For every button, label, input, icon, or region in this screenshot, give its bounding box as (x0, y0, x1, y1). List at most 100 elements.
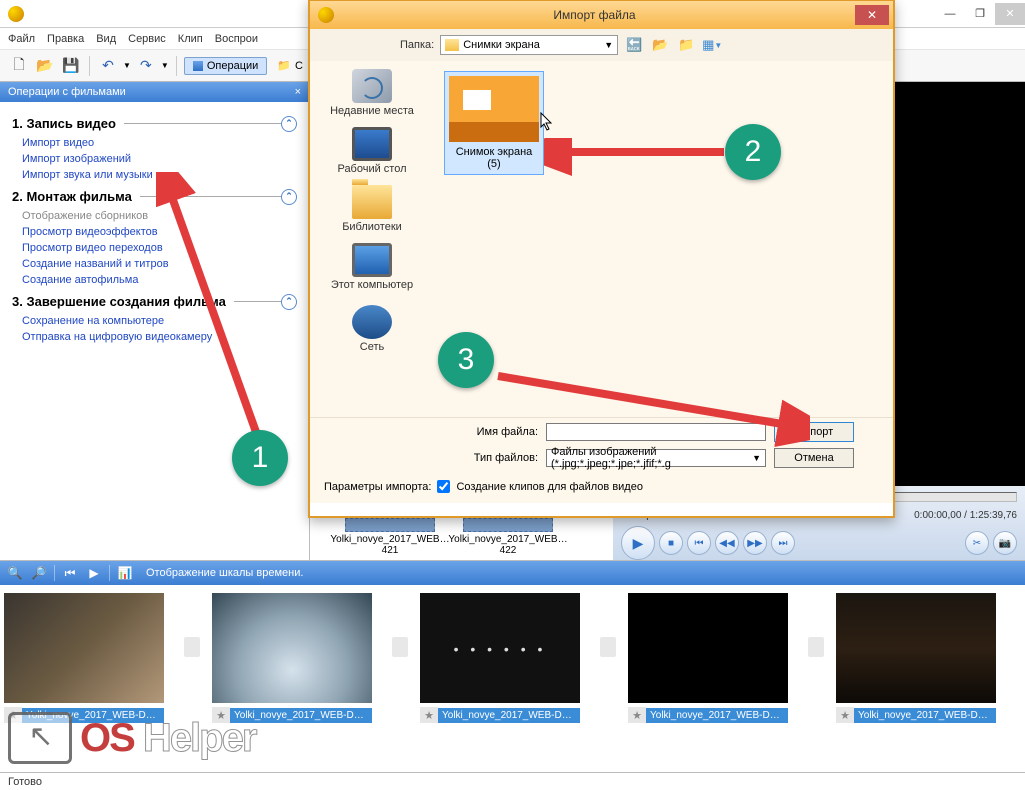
menu-edit[interactable]: Правка (47, 33, 84, 45)
filetype-label: Тип файлов: (458, 452, 538, 464)
file-name: Снимок экрана (5) (449, 146, 539, 170)
cancel-button[interactable]: Отмена (774, 448, 854, 468)
network-icon (352, 305, 392, 339)
forward-button[interactable]: ▶▶ (743, 531, 767, 555)
separator (89, 56, 90, 76)
play-tl-button[interactable]: ▶ (85, 564, 103, 582)
collapse-icon[interactable]: ⌃ (281, 189, 297, 205)
new-project-button[interactable]: 🗋 (8, 55, 30, 77)
new-folder-button[interactable]: 📁 (676, 35, 696, 55)
up-button[interactable]: 📂 (650, 35, 670, 55)
folder-value: Снимки экрана (463, 39, 540, 51)
dialog-close-button[interactable]: ✕ (855, 5, 889, 25)
folder-icon: 📁 (277, 59, 291, 72)
dialog-titlebar[interactable]: Импорт файла ✕ (310, 1, 893, 29)
collapse-icon[interactable]: ⌃ (281, 116, 297, 132)
watermark-icon (8, 712, 72, 764)
import-options: Параметры импорта: Создание клипов для ф… (310, 476, 893, 503)
open-button[interactable]: 📂 (34, 55, 56, 77)
split-button[interactable]: ✂ (965, 531, 989, 555)
stop-button[interactable]: ■ (659, 531, 683, 555)
rewind-tl-button[interactable]: ⏮ (61, 564, 79, 582)
dialog-app-icon (318, 7, 334, 23)
playback-buttons: ▶ ■ ⏮ ◀◀ ▶▶ ⏭ ✂ 📷 (613, 522, 1025, 564)
recent-icon (352, 69, 392, 103)
desktop-icon (352, 127, 392, 161)
folder-dropdown[interactable]: Снимки экрана ▼ (440, 35, 618, 55)
effect-icon[interactable]: ★ (836, 707, 854, 723)
transition-placeholder[interactable] (600, 637, 616, 657)
filetype-dropdown[interactable]: Файлы изображений (*.jpg;*.jpeg;*.jpe;*.… (546, 449, 766, 467)
create-clips-checkbox[interactable] (437, 480, 450, 493)
collections-label: С (295, 60, 303, 72)
file-list[interactable]: Снимок экрана (5) (434, 61, 893, 417)
transition-placeholder[interactable] (808, 637, 824, 657)
computer-icon (352, 243, 392, 277)
place-network[interactable]: Сеть (314, 301, 430, 353)
dropdown-icon: ▼ (604, 40, 613, 50)
libraries-icon (352, 185, 392, 219)
task-import-video[interactable]: Импорт видео (12, 135, 297, 151)
section-capture-title: 1. Запись видео ⌃ (12, 116, 297, 131)
show-timeline-button[interactable]: 📊 (116, 564, 134, 582)
places-sidebar: Недавние места Рабочий стол Библиотеки Э… (310, 61, 434, 417)
prev-button[interactable]: ⏮ (687, 531, 711, 555)
menu-tools[interactable]: Сервис (128, 33, 166, 45)
import-params-label: Параметры импорта: (324, 481, 431, 493)
undo-button[interactable]: ↶ (97, 55, 119, 77)
transition-placeholder[interactable] (392, 637, 408, 657)
menu-file[interactable]: Файл (8, 33, 35, 45)
clip-label: Yolki_novye_2017_WEB-DLR… (438, 708, 580, 723)
storyboard-clip[interactable]: ★Yolki_novye_2017_WEB-DLR… (836, 593, 996, 764)
effect-icon[interactable]: ★ (420, 707, 438, 723)
redo-button[interactable]: ↷ (135, 55, 157, 77)
place-this-pc[interactable]: Этот компьютер (314, 243, 430, 291)
task-import-images[interactable]: Импорт изображений (12, 151, 297, 167)
menu-play[interactable]: Воспрои (215, 33, 258, 45)
file-item-selected[interactable]: Снимок экрана (5) (444, 71, 544, 175)
zoom-out-button[interactable]: 🔎 (30, 564, 48, 582)
undo-dropdown[interactable]: ▼ (123, 61, 131, 70)
clip-label: Yolki_novye_2017_WEB… 422 (448, 534, 567, 556)
transition-placeholder[interactable] (184, 637, 200, 657)
next-button[interactable]: ⏭ (771, 531, 795, 555)
zoom-in-button[interactable]: 🔍 (6, 564, 24, 582)
tasks-panel-title: Операции с фильмами (8, 86, 126, 98)
clip-label: Yolki_novye_2017_WEB-DLR… (854, 708, 996, 723)
annotation-badge-1: 1 (232, 430, 288, 486)
views-button[interactable]: ▦▼ (702, 35, 722, 55)
clip-thumbnail (836, 593, 996, 703)
effect-icon[interactable]: ★ (628, 707, 646, 723)
menu-clip[interactable]: Клип (178, 33, 203, 45)
play-button[interactable]: ▶ (621, 526, 655, 560)
storyboard-clip[interactable]: ★Yolki_novye_2017_WEB-DLR… (420, 593, 580, 764)
clip-thumbnail (212, 593, 372, 703)
storyboard-clip[interactable]: ★Yolki_novye_2017_WEB-DLR… (628, 593, 788, 764)
redo-dropdown[interactable]: ▼ (161, 61, 169, 70)
save-button[interactable]: 💾 (60, 55, 82, 77)
annotation-arrow-1 (156, 172, 276, 452)
annotation-badge-2: 2 (725, 124, 781, 180)
watermark: OS Helper (8, 712, 255, 764)
place-recent[interactable]: Недавние места (314, 69, 430, 117)
folder-label: Папка: (400, 39, 434, 51)
clip-item[interactable]: Yolki_novye_2017_WEB… 421 (340, 518, 440, 556)
rewind-button[interactable]: ◀◀ (715, 531, 739, 555)
folder-icon (445, 39, 459, 51)
collapse-icon[interactable]: ⌃ (281, 294, 297, 310)
tasks-panel-header: Операции с фильмами × (0, 82, 309, 102)
dialog-body: Недавние места Рабочий стол Библиотеки Э… (310, 61, 893, 417)
collections-toggle[interactable]: 📁 С (271, 57, 309, 74)
menu-view[interactable]: Вид (96, 33, 116, 45)
back-button[interactable]: 🔙 (624, 35, 644, 55)
annotation-arrow-3 (490, 368, 810, 448)
operations-icon (193, 61, 203, 71)
tasks-panel-close[interactable]: × (295, 86, 301, 98)
place-libraries[interactable]: Библиотеки (314, 185, 430, 233)
clip-item[interactable]: Yolki_novye_2017_WEB… 422 (458, 518, 558, 556)
clip-label: Yolki_novye_2017_WEB… 421 (330, 534, 449, 556)
place-desktop[interactable]: Рабочий стол (314, 127, 430, 175)
snapshot-button[interactable]: 📷 (993, 531, 1017, 555)
operations-toggle[interactable]: Операции (184, 57, 267, 75)
status-bar: Готово (0, 772, 1025, 790)
